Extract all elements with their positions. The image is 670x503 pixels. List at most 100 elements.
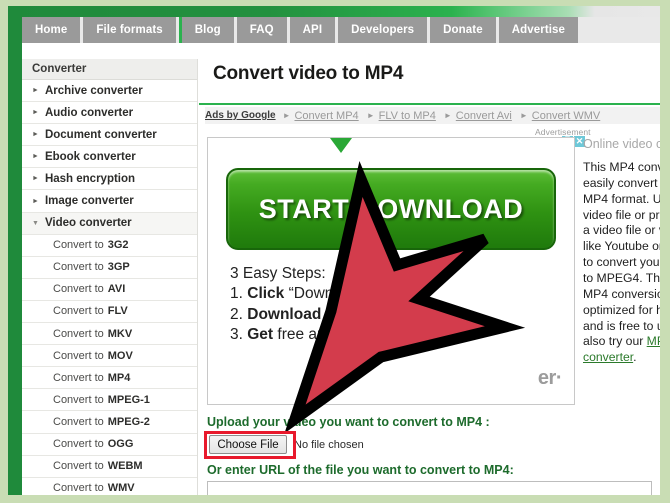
triangle-right-icon: ► — [32, 87, 39, 95]
screenshot-root: Home File formats Blog FAQ API Developer… — [0, 0, 670, 503]
sidebar-subitem-prefix: Convert to — [53, 482, 104, 495]
sidebar-subitem-prefix: Convert to — [53, 438, 104, 451]
sidebar-item-ebook-converter[interactable]: ► Ebook converter — [22, 146, 197, 169]
description-body: This MP4 converter lets you easily conve… — [583, 160, 660, 366]
page-content: Converter ► Archive converter ► Audio co… — [22, 43, 660, 495]
sidebar-item-label: Audio converter — [44, 106, 134, 119]
file-input-row: Choose File No file chosen — [209, 435, 364, 454]
start-download-label: START DOWNLOAD — [258, 193, 524, 224]
ad-link-convert-mp4-wrap[interactable]: ► Convert MP4 — [283, 110, 367, 122]
ad-logo-text: er· — [537, 367, 563, 389]
sidebar-item-label: Video converter — [44, 217, 132, 230]
sidebar-subitem-format: MKV — [107, 327, 133, 340]
sidebar-subitem-format: MP4 — [107, 371, 131, 384]
sidebar-subitem-mpeg-1[interactable]: Convert to MPEG-1 — [22, 389, 197, 412]
url-label: Or enter URL of the file you want to con… — [207, 463, 514, 477]
triangle-right-icon: ► — [443, 111, 452, 120]
triangle-right-icon: ► — [282, 111, 291, 120]
sidebar-subitem-format: WMV — [107, 482, 135, 495]
sidebar-subitem-mpeg-2[interactable]: Convert to MPEG-2 — [22, 411, 197, 434]
triangle-right-icon: ► — [32, 131, 39, 139]
page-title: Convert video to MP4 — [213, 63, 404, 84]
triangle-right-icon: ► — [32, 153, 39, 161]
tab-faq[interactable]: FAQ — [236, 17, 287, 43]
sidebar-item-audio-converter[interactable]: ► Audio converter — [22, 102, 197, 125]
sidebar-subitem-prefix: Convert to — [53, 283, 104, 296]
sidebar-item-label: Hash encryption — [44, 172, 136, 185]
ad-step-number: 1. — [230, 285, 243, 303]
ad-step-bold: Click — [247, 285, 285, 303]
frame-border-bottom — [0, 495, 670, 503]
ad-steps-heading: 3 Easy Steps: — [230, 265, 326, 282]
start-download-button[interactable]: START DOWNLOAD — [226, 168, 556, 250]
tab-blog[interactable]: Blog — [181, 17, 234, 43]
triangle-right-icon: ► — [32, 175, 39, 183]
sidebar-item-image-converter[interactable]: ► Image converter — [22, 190, 197, 213]
url-input[interactable] — [207, 481, 652, 495]
ads-by-google-label[interactable]: Ads by Google — [205, 110, 276, 121]
ad-link-convert-avi-wrap[interactable]: ► Convert Avi — [444, 110, 520, 122]
tab-advertise[interactable]: Advertise — [498, 17, 579, 43]
ad-step-number: 3. — [230, 326, 243, 344]
sidebar-subitem-prefix: Convert to — [53, 261, 104, 274]
ad-link-convert-wmv-wrap[interactable]: ► Convert WMV — [520, 110, 608, 122]
sidebar-item-hash-encryption[interactable]: ► Hash encryption — [22, 168, 197, 191]
sidebar-subitem-format: WEBM — [107, 460, 143, 473]
ad-link-flv-to-mp4[interactable]: FLV to MP4 — [379, 110, 436, 122]
tab-donate[interactable]: Donate — [430, 17, 496, 43]
sidebar-item-archive-converter[interactable]: ► Archive converter — [22, 80, 197, 103]
site-nav-tabs: Home File formats Blog FAQ API Developer… — [22, 17, 660, 43]
description-title: Online video converter — [583, 137, 660, 151]
sidebar-subitem-mkv[interactable]: Convert to MKV — [22, 323, 197, 346]
sidebar-subitem-wmv[interactable]: Convert to WMV — [22, 478, 197, 495]
sidebar-subitem-mov[interactable]: Convert to MOV — [22, 345, 197, 368]
green-gradient-strip — [8, 6, 660, 17]
sidebar-item-label: Archive converter — [44, 84, 143, 97]
sidebar-subitem-flv[interactable]: Convert to FLV — [22, 301, 197, 324]
sidebar-subitem-format: FLV — [107, 305, 128, 318]
converter-sidebar: Converter ► Archive converter ► Audio co… — [22, 59, 198, 495]
sidebar-item-video-converter[interactable]: ▼ Video converter — [22, 212, 197, 235]
sidebar-subitem-mp4[interactable]: Convert to MP4 — [22, 367, 197, 390]
sidebar-subitem-format: MPEG-1 — [107, 393, 150, 406]
triangle-down-icon: ▼ — [32, 219, 39, 227]
sidebar-subitem-format: AVI — [107, 283, 126, 296]
sidebar-subitem-format: OGG — [107, 438, 134, 451]
sidebar-subitem-3g2[interactable]: Convert to 3G2 — [22, 235, 197, 257]
description-column: Online video converter This MP4 converte… — [583, 137, 660, 366]
description-text: This MP4 converter lets you easily conve… — [583, 160, 660, 349]
ads-by-google-bar: Ads by Google ► Convert MP4 ► FLV to MP4… — [205, 107, 660, 124]
sidebar-subitem-webm[interactable]: Convert to WEBM — [22, 456, 197, 478]
description-tail: . — [633, 350, 637, 365]
sidebar-subitem-prefix: Convert to — [53, 327, 104, 340]
triangle-right-icon: ► — [519, 111, 528, 120]
ad-step-bold: Get — [247, 326, 274, 344]
tab-developers[interactable]: Developers — [338, 17, 428, 43]
triangle-right-icon: ► — [32, 109, 39, 117]
website-page: Home File formats Blog FAQ API Developer… — [8, 6, 660, 495]
choose-file-button[interactable]: Choose File — [209, 435, 287, 454]
sidebar-subitem-avi[interactable]: Convert to AVI — [22, 279, 197, 301]
sidebar-subitem-prefix: Convert to — [53, 415, 104, 428]
triangle-right-icon: ► — [366, 111, 375, 120]
tab-home[interactable]: Home — [22, 17, 81, 43]
ad-link-flv-to-mp4-wrap[interactable]: ► FLV to MP4 — [367, 110, 444, 122]
sidebar-item-document-converter[interactable]: ► Document converter — [22, 124, 197, 147]
ad-link-convert-avi[interactable]: Convert Avi — [456, 110, 512, 122]
sidebar-title: Converter — [22, 59, 197, 80]
ad-link-convert-wmv[interactable]: Convert WMV — [532, 110, 600, 122]
ad-step-1: 1. Click “Download” — [230, 284, 368, 304]
ad-step-bold: Download — [247, 305, 322, 323]
ad-step-rest: free app — [277, 326, 335, 344]
tab-file-formats[interactable]: File formats — [83, 17, 176, 43]
sidebar-subitem-prefix: Convert to — [53, 460, 104, 473]
ad-step-rest: file — [325, 305, 346, 323]
sidebar-subitem-3gp[interactable]: Convert to 3GP — [22, 257, 197, 279]
left-green-rail — [8, 17, 22, 495]
advertisement-unit[interactable]: START DOWNLOAD 3 Easy Steps: 1. Click “D… — [207, 137, 575, 405]
ad-link-convert-mp4[interactable]: Convert MP4 — [294, 110, 358, 122]
tab-api[interactable]: API — [289, 17, 336, 43]
sidebar-subitem-prefix: Convert to — [53, 239, 104, 252]
no-file-chosen-text: No file chosen — [294, 438, 364, 451]
sidebar-subitem-ogg[interactable]: Convert to OGG — [22, 434, 197, 456]
